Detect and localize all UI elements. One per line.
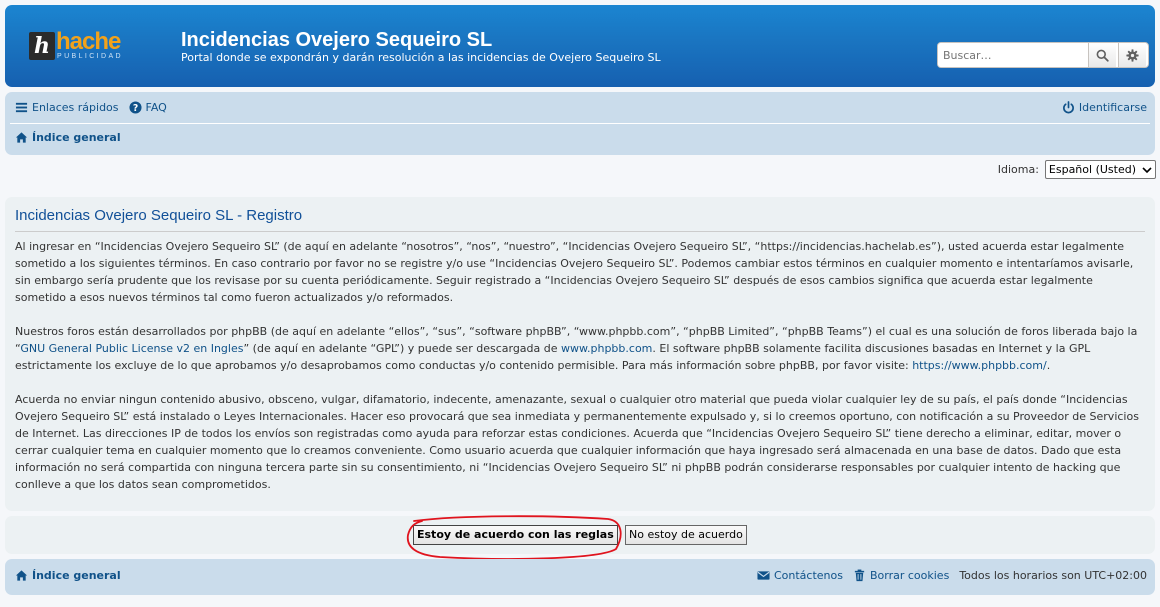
gpl-link[interactable]: GNU General Public License v2 en Ingles [20,342,243,355]
search-button[interactable] [1088,43,1116,67]
delete-cookies-link[interactable]: Borrar cookies [853,569,949,582]
search-input[interactable] [938,43,1088,67]
contact-label: Contáctenos [773,569,843,582]
gear-icon [1126,48,1139,62]
language-label: Idioma: [997,163,1039,176]
terms-p2-text-d: . [1046,359,1051,372]
quick-links-menu[interactable]: Enlaces rápidos [15,101,119,114]
site-logo[interactable]: h hache PUBLICIDAD [29,28,129,69]
faq-label: FAQ [145,101,167,114]
login-label: Identificarse [1078,101,1147,114]
faq-link[interactable]: ? FAQ [128,101,167,114]
panel-title: Incidencias Ovejero Sequeiro SL - Regist… [15,207,303,224]
chevron-down-icon [1142,166,1152,173]
phpbb-site-link[interactable]: https://www.phpbb.com/ [912,359,1047,372]
terms-panel: Incidencias Ovejero Sequeiro SL - Regist… [5,197,1155,511]
footer-bar: Índice general Contáctenos Borrar cookie… [5,559,1155,595]
terms-paragraph-2: Nuestros foros están desarrollados por p… [15,323,1141,374]
timezone-info: Todos los horarios son UTC+02:00 [959,569,1147,582]
actions-panel: Estoy de acuerdo con las reglas No estoy… [5,516,1155,554]
home-icon [15,132,28,143]
disagree-button[interactable]: No estoy de acuerdo [625,525,747,545]
terms-paragraph-3: Acuerda no enviar ningun contenido abusi… [15,393,1139,491]
quick-links-label: Enlaces rápidos [32,101,119,114]
navbar: Enlaces rápidos ? FAQ Identificarse Índi… [5,92,1155,155]
language-select[interactable]: Español (Usted) [1044,160,1156,179]
terms-p2-text-b: ” (de aquí en adelante “GPL”) y puede se… [243,342,562,355]
site-title[interactable]: Incidencias Ovejero Sequeiro SL [181,29,492,52]
navbar-divider [10,123,1150,124]
terms-text: Al ingresar en “Incidencias Ovejero Sequ… [15,238,1141,510]
logo-wordmark: hache [56,28,121,55]
phpbb-download-link[interactable]: www.phpbb.com [561,342,652,355]
trash-icon [854,569,865,582]
panel-divider [15,231,1145,232]
logo-subtitle: PUBLICIDAD [57,53,124,60]
agree-button[interactable]: Estoy de acuerdo con las reglas [413,525,618,545]
home-icon [15,570,28,581]
svg-text:?: ? [132,103,137,114]
advanced-search-button[interactable] [1118,43,1146,67]
delete-cookies-label: Borrar cookies [869,569,950,582]
terms-paragraph-1: Al ingresar en “Incidencias Ovejero Sequ… [15,240,1134,304]
logo-mark: h [29,32,55,60]
question-circle-icon: ? [128,101,142,114]
breadcrumb-label: Índice general [32,131,121,144]
search-box [937,42,1149,68]
search-icon [1096,49,1109,62]
footer-breadcrumb-label: Índice general [32,569,121,582]
footer-breadcrumb-home[interactable]: Índice general [15,569,121,582]
hamburger-icon [15,102,28,113]
login-link[interactable]: Identificarse [1062,101,1147,114]
breadcrumb-home[interactable]: Índice general [15,131,121,144]
contact-link[interactable]: Contáctenos [757,569,843,582]
power-icon [1063,101,1074,114]
header-bar: h hache PUBLICIDAD Incidencias Ovejero S… [5,5,1155,87]
language-selector: Idioma: Español (Usted) [998,160,1156,179]
language-selected-value: Español (Usted) [1048,163,1136,176]
site-description: Portal donde se expondrán y darán resolu… [181,51,661,64]
envelope-icon [757,571,770,580]
